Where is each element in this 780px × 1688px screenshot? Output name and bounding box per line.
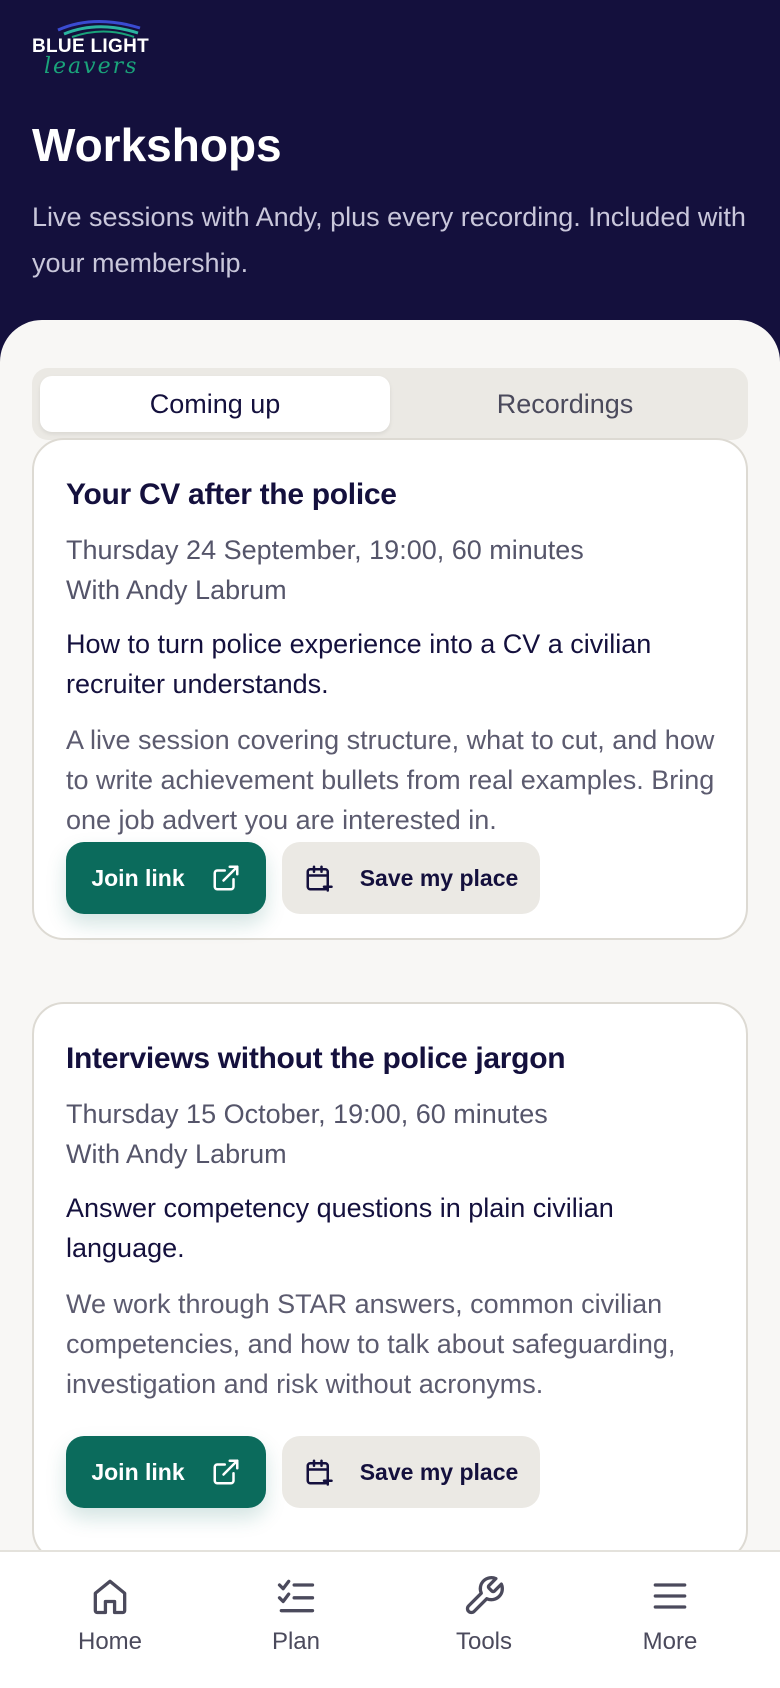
workshop-description: We work through STAR answers, common civ… [66,1289,676,1399]
workshop-meta: Thursday 15 October, 19:00, 60 minutes W… [66,1094,548,1174]
nav-label-more: More [642,1628,698,1655]
workshop-host: With Andy Labrum [66,575,287,605]
save-my-place-button[interactable]: Save my place [282,842,540,914]
workshop-host: With Andy Labrum [66,1139,287,1169]
nav-item-home[interactable]: Home [40,1574,180,1674]
bottom-navigation: Home Plan Tools More [0,1550,780,1688]
workshop-description: A live session covering structure, what … [66,725,715,835]
nav-label-plan: Plan [271,1628,321,1655]
wrench-icon [462,1574,506,1618]
save-my-place-label: Save my place [359,1458,519,1485]
join-link-button[interactable]: Join link [66,842,266,914]
logo-script: leavers [44,54,139,79]
workshop-card: Interviews without the police jargon Thu… [32,1002,748,1562]
join-link-button[interactable]: Join link [66,1436,266,1508]
segmented-tabs: Coming up Recordings [32,368,748,440]
tab-coming-up[interactable]: Coming up [40,376,390,432]
checklist-icon [274,1574,318,1618]
workshop-summary: How to turn police experience into a CV … [66,629,652,699]
workshop-date: Thursday 15 October, 19:00, 60 minutes [66,1099,548,1129]
brand-logo[interactable]: BLUE LIGHT leavers [32,16,152,79]
nav-label-home: Home [77,1628,143,1655]
external-link-icon [211,1457,241,1487]
workshop-card: Your CV after the police Thursday 24 Sep… [32,438,748,940]
workshop-title: Interviews without the police jargon [66,1042,566,1075]
join-link-label: Join link [91,1458,185,1485]
nav-item-plan[interactable]: Plan [226,1574,366,1674]
calendar-add-icon [304,863,334,893]
workshop-date: Thursday 24 September, 19:00, 60 minutes [66,535,584,565]
nav-label-tools: Tools [455,1628,513,1655]
menu-icon [648,1574,692,1618]
join-link-label: Join link [91,864,185,891]
workshop-summary: Answer competency questions in plain civ… [66,1193,614,1263]
content-sheet: Coming up Recordings Your CV after the p… [0,320,780,1688]
save-my-place-button[interactable]: Save my place [282,1436,540,1508]
home-icon [88,1574,132,1618]
workshop-meta: Thursday 24 September, 19:00, 60 minutes… [66,530,584,610]
workshop-title: Your CV after the police [66,478,397,511]
external-link-icon [211,863,241,893]
nav-item-tools[interactable]: Tools [414,1574,554,1674]
nav-item-more[interactable]: More [600,1574,740,1674]
page-title: Workshops [32,119,282,171]
save-my-place-label: Save my place [359,864,519,891]
calendar-add-icon [304,1457,334,1487]
tab-recordings[interactable]: Recordings [390,376,740,432]
page-header: BLUE LIGHT leavers Workshops Live sessio… [0,0,780,360]
page-subtitle: Live sessions with Andy, plus every reco… [32,202,746,278]
